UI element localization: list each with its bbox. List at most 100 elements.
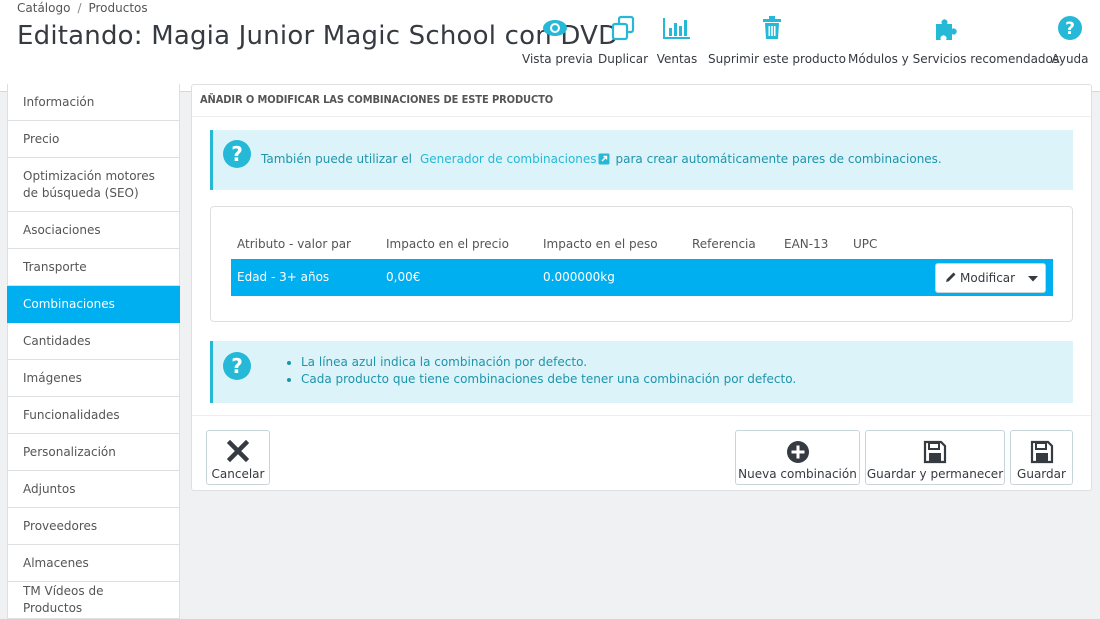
combination-generator-alert: ? También puede utilizar el Generador de … <box>210 130 1073 190</box>
sidebar-item-funcionalidades[interactable]: Funcionalidades <box>7 397 180 434</box>
sidebar-item-transporte[interactable]: Transporte <box>7 249 180 286</box>
sidebar-item-label: Funcionalidades <box>23 407 120 422</box>
cell-weight-impact: 0.000000kg <box>543 270 615 284</box>
svg-text:?: ? <box>231 354 243 378</box>
question-icon: ? <box>222 351 252 384</box>
sidebar-item-label: Información <box>23 94 95 109</box>
cancel-button[interactable]: Cancelar <box>206 430 270 485</box>
floppy-disk-icon <box>1011 440 1072 466</box>
svg-text:?: ? <box>1065 19 1075 39</box>
list-item: La línea azul indica la combinación por … <box>301 354 796 371</box>
cell-attribute: Edad - 3+ años <box>237 270 330 284</box>
trash-icon <box>708 15 836 45</box>
close-icon <box>207 440 269 466</box>
sidebar-item-label: Personalización <box>23 444 116 459</box>
panel-footer-divider <box>192 415 1091 416</box>
column-header-attribute: Atributo - valor par <box>237 237 351 251</box>
breadcrumb-separator: / <box>77 1 82 15</box>
caret-down-icon <box>1027 271 1038 285</box>
sidebar-item-label: Adjuntos <box>23 481 76 496</box>
save-button[interactable]: Guardar <box>1010 430 1073 485</box>
alert-prefix: También puede utilizar el <box>261 152 412 166</box>
bar-chart-icon <box>655 15 699 45</box>
question-icon: ? <box>1051 15 1089 45</box>
modify-label: Modificar <box>960 271 1016 285</box>
product-tabs-sidebar: Información Precio Optimización motores … <box>7 84 180 619</box>
modify-button-group: Modificar <box>935 263 1046 293</box>
plus-circle-icon <box>736 440 859 466</box>
sidebar-item-personalizacion[interactable]: Personalización <box>7 434 180 471</box>
sales-button[interactable]: Ventas <box>655 15 699 71</box>
sidebar-item-combinaciones[interactable]: Combinaciones <box>7 286 180 323</box>
sidebar-item-cantidades[interactable]: Cantidades <box>7 323 180 360</box>
delete-product-label: Suprimir este producto <box>708 52 846 66</box>
column-header-upc: UPC <box>853 237 878 251</box>
sidebar-item-label: TM Vídeos de Productos <box>23 584 104 615</box>
sidebar-item-adjuntos[interactable]: Adjuntos <box>7 471 180 508</box>
page-header: Catálogo / Productos Editando: Magia Junio… <box>0 0 1100 92</box>
combinations-table: Atributo - valor par Impacto en el preci… <box>210 206 1073 322</box>
breadcrumb: Catálogo / Productos <box>17 1 148 15</box>
help-button[interactable]: ? Ayuda <box>1051 15 1089 71</box>
delete-product-button[interactable]: Suprimir este producto <box>708 15 846 71</box>
sidebar-item-label: Almacenes <box>23 555 89 570</box>
table-row: Edad - 3+ años 0,00€ 0.000000kg Modifica… <box>231 259 1053 296</box>
sidebar-item-label: Asociaciones <box>23 222 101 237</box>
sidebar-item-label: Optimización motores de búsqueda (SEO) <box>23 168 155 200</box>
sidebar-item-seo[interactable]: Optimización motores de búsqueda (SEO) <box>7 158 180 212</box>
floppy-disk-icon <box>866 440 1004 466</box>
combination-generator-link[interactable]: Generador de combinaciones <box>420 152 610 166</box>
eye-icon <box>522 15 588 45</box>
sidebar-item-label: Combinaciones <box>23 296 115 311</box>
sales-label: Ventas <box>656 52 698 66</box>
pencil-icon <box>945 271 960 286</box>
sidebar-item-label: Transporte <box>23 259 87 274</box>
preview-button[interactable]: Vista previa <box>522 15 593 71</box>
question-icon: ? <box>222 139 252 172</box>
sidebar-item-precio[interactable]: Precio <box>7 121 180 158</box>
alert-suffix: para crear automáticamente pares de comb… <box>615 152 942 166</box>
help-label: Ayuda <box>1051 52 1089 66</box>
preview-label: Vista previa <box>522 52 593 66</box>
sidebar-item-label: Imágenes <box>23 370 82 385</box>
sidebar-item-tm-videos[interactable]: TM Vídeos de Productos <box>7 582 180 619</box>
default-combination-alert: ? La línea azul indica la combinación po… <box>210 341 1073 403</box>
sidebar-item-almacenes[interactable]: Almacenes <box>7 545 180 582</box>
sidebar-item-label: Proveedores <box>23 518 98 533</box>
sidebar-item-label: Precio <box>23 131 60 146</box>
list-item: Cada producto que tiene combinaciones de… <box>301 371 796 388</box>
external-link-icon <box>598 153 610 168</box>
sidebar-item-asociaciones[interactable]: Asociaciones <box>7 212 180 249</box>
recommended-modules-label: Módulos y Servicios recomendados <box>848 52 1060 66</box>
save-and-stay-label: Guardar y permanecer <box>866 467 1004 481</box>
duplicate-button[interactable]: Duplicar <box>598 15 648 71</box>
modify-dropdown-toggle[interactable] <box>1020 264 1045 292</box>
new-combination-label: Nueva combinación <box>738 467 857 481</box>
alert-list: La línea azul indica la combinación por … <box>283 354 796 388</box>
breadcrumb-catalog[interactable]: Catálogo <box>17 1 70 15</box>
save-label: Guardar <box>1017 467 1066 481</box>
cell-price-impact: 0,00€ <box>386 270 421 284</box>
duplicate-label: Duplicar <box>598 52 649 66</box>
puzzle-icon <box>848 15 1043 45</box>
combination-generator-link-label: Generador de combinaciones <box>420 152 597 166</box>
svg-text:?: ? <box>231 142 243 166</box>
duplicate-icon <box>598 15 648 45</box>
combinations-panel: AÑADIR O MODIFICAR LAS COMBINACIONES DE … <box>191 84 1092 491</box>
save-and-stay-button[interactable]: Guardar y permanecer <box>865 430 1005 485</box>
sidebar-item-imagenes[interactable]: Imágenes <box>7 360 180 397</box>
alert-text: También puede utilizar el Generador de co… <box>261 152 942 168</box>
recommended-modules-button[interactable]: Módulos y Servicios recomendados <box>848 15 1060 71</box>
new-combination-button[interactable]: Nueva combinación <box>735 430 860 485</box>
sidebar-item-informacion[interactable]: Información <box>7 84 180 121</box>
column-header-weight-impact: Impacto en el peso <box>543 237 658 251</box>
sidebar-item-proveedores[interactable]: Proveedores <box>7 508 180 545</box>
sidebar-item-label: Cantidades <box>23 333 91 348</box>
column-header-price-impact: Impacto en el precio <box>386 237 509 251</box>
breadcrumb-products[interactable]: Productos <box>88 1 147 15</box>
cancel-label: Cancelar <box>211 467 265 481</box>
modify-button[interactable]: Modificar <box>936 264 1020 292</box>
column-header-ean13: EAN-13 <box>784 237 829 251</box>
column-header-reference: Referencia <box>692 237 756 251</box>
panel-heading: AÑADIR O MODIFICAR LAS COMBINACIONES DE … <box>192 85 1091 117</box>
